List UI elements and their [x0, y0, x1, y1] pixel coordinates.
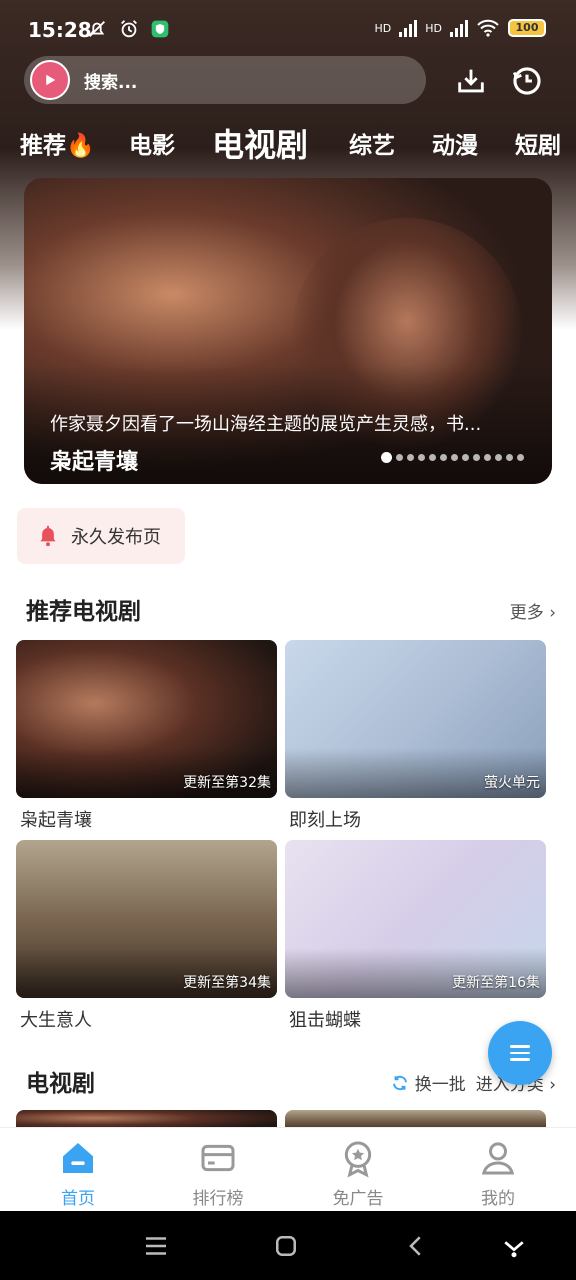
refresh-button[interactable]: 换一批	[391, 1070, 466, 1095]
show-card-2[interactable]: 萤火单元 即刻上场	[285, 640, 546, 832]
permanent-page-button[interactable]: 永久发布页	[17, 508, 185, 564]
home-button-icon[interactable]	[271, 1231, 301, 1261]
carousel-dot[interactable]	[381, 452, 392, 463]
search-placeholder: 搜索...	[84, 72, 138, 93]
nav-ad-free-label: 免广告	[332, 1189, 384, 1209]
carousel-dot[interactable]	[484, 454, 491, 461]
tab-movie[interactable]: 电影	[129, 126, 175, 160]
download-icon[interactable]	[454, 64, 488, 98]
hero-banner[interactable]: 作家聂夕因看了一场山海经主题的展览产生灵感，书... 枭起青壤	[24, 178, 552, 484]
wifi-icon	[477, 19, 499, 37]
signal-icon	[399, 19, 418, 37]
show-title: 即刻上场	[289, 810, 361, 831]
assistant-icon[interactable]	[499, 1231, 529, 1261]
refresh-label: 换一批	[414, 1075, 466, 1095]
mute-icon	[89, 21, 105, 37]
status-time: 15:28	[28, 18, 92, 42]
tab-variety[interactable]: 综艺	[349, 126, 395, 160]
show-card-4[interactable]: 更新至第16集 狙击蝴蝶	[285, 840, 546, 1032]
banner-description: 作家聂夕因看了一场山海经主题的展览产生灵感，书...	[50, 414, 482, 435]
episode-badge: 更新至第34集	[183, 975, 271, 991]
menu-fab-button[interactable]	[488, 1021, 552, 1085]
nav-profile[interactable]: 我的	[448, 1138, 548, 1209]
ad-free-icon	[344, 1141, 372, 1178]
banner-title: 枭起青壤	[50, 450, 139, 475]
fire-icon: 🔥	[66, 133, 95, 159]
app-logo-avatar[interactable]	[30, 60, 70, 100]
episode-badge: 更新至第32集	[183, 775, 271, 791]
carousel-dot[interactable]	[396, 454, 403, 461]
bell-icon	[40, 525, 56, 547]
search-input[interactable]: 搜索...	[24, 56, 426, 104]
hd-label-2: HD	[425, 21, 442, 35]
episode-badge: 更新至第16集	[452, 975, 540, 991]
carousel-dot[interactable]	[429, 454, 436, 461]
tab-recommend-label: 推荐	[20, 133, 66, 159]
tv-section-header: 电视剧 换一批 进入分类 ›	[26, 1064, 556, 1104]
recent-apps-icon[interactable]	[141, 1231, 171, 1261]
recommended-section-header: 推荐电视剧 更多 ›	[26, 592, 556, 632]
category-tabs: 推荐🔥 电影 电视剧 综艺 动漫 短剧	[0, 118, 576, 168]
ranking-icon	[201, 1144, 235, 1172]
tab-tv-series[interactable]: 电视剧	[212, 120, 308, 166]
nav-ad-free[interactable]: 免广告	[308, 1138, 408, 1209]
bottom-navigation: 首页 排行榜 免广告 我的	[0, 1127, 576, 1211]
carousel-dot[interactable]	[451, 454, 458, 461]
recommended-section-title: 推荐电视剧	[26, 599, 141, 625]
profile-icon	[481, 1142, 515, 1175]
tab-recommend[interactable]: 推荐🔥	[20, 126, 95, 160]
carousel-dot[interactable]	[473, 454, 480, 461]
carousel-dot[interactable]	[418, 454, 425, 461]
show-poster: 更新至第34集	[16, 840, 277, 998]
shield-icon	[151, 20, 169, 38]
signal-icon-2	[450, 19, 468, 37]
home-icon	[63, 1143, 93, 1173]
system-navigation-bar	[0, 1211, 576, 1280]
show-title: 大生意人	[20, 1010, 92, 1031]
carousel-dot[interactable]	[495, 454, 502, 461]
show-card-3[interactable]: 更新至第34集 大生意人	[16, 840, 277, 1032]
search-row: 搜索...	[24, 56, 554, 106]
carousel-dot[interactable]	[440, 454, 447, 461]
carousel-dot[interactable]	[407, 454, 414, 461]
nav-home-label: 首页	[61, 1189, 95, 1209]
more-label: 更多	[509, 603, 544, 623]
nav-ranking-label: 排行榜	[192, 1189, 244, 1209]
carousel-dot[interactable]	[462, 454, 469, 461]
nav-home[interactable]: 首页	[28, 1138, 128, 1209]
history-icon[interactable]	[510, 64, 544, 98]
tab-short-drama[interactable]: 短剧	[515, 126, 561, 160]
nav-profile-label: 我的	[481, 1189, 515, 1209]
status-right-icons: HD HD 100	[374, 18, 546, 38]
carousel-dot[interactable]	[517, 454, 524, 461]
status-left-icons	[86, 18, 170, 40]
show-poster: 更新至第16集	[285, 840, 546, 998]
carousel-indicator[interactable]	[381, 452, 524, 463]
refresh-icon	[392, 1075, 407, 1090]
battery-indicator: 100	[508, 19, 546, 37]
show-poster: 更新至第32集	[16, 640, 277, 798]
tv-section-title: 电视剧	[26, 1071, 95, 1097]
show-poster: 萤火单元	[285, 640, 546, 798]
carousel-dot[interactable]	[506, 454, 513, 461]
nav-ranking[interactable]: 排行榜	[168, 1138, 268, 1209]
chevron-right-icon: ›	[549, 603, 556, 623]
tab-anime[interactable]: 动漫	[432, 126, 478, 160]
show-title: 枭起青壤	[20, 810, 92, 831]
back-icon[interactable]	[401, 1231, 431, 1261]
alarm-icon	[121, 20, 137, 38]
show-card-1[interactable]: 更新至第32集 枭起青壤	[16, 640, 277, 832]
hd-label-1: HD	[374, 21, 392, 35]
permanent-page-label: 永久发布页	[71, 527, 161, 548]
more-link[interactable]: 更多 ›	[510, 598, 556, 623]
status-bar: 15:28 HD HD 100	[0, 0, 576, 56]
play-icon	[46, 74, 56, 86]
episode-badge: 萤火单元	[484, 775, 540, 791]
